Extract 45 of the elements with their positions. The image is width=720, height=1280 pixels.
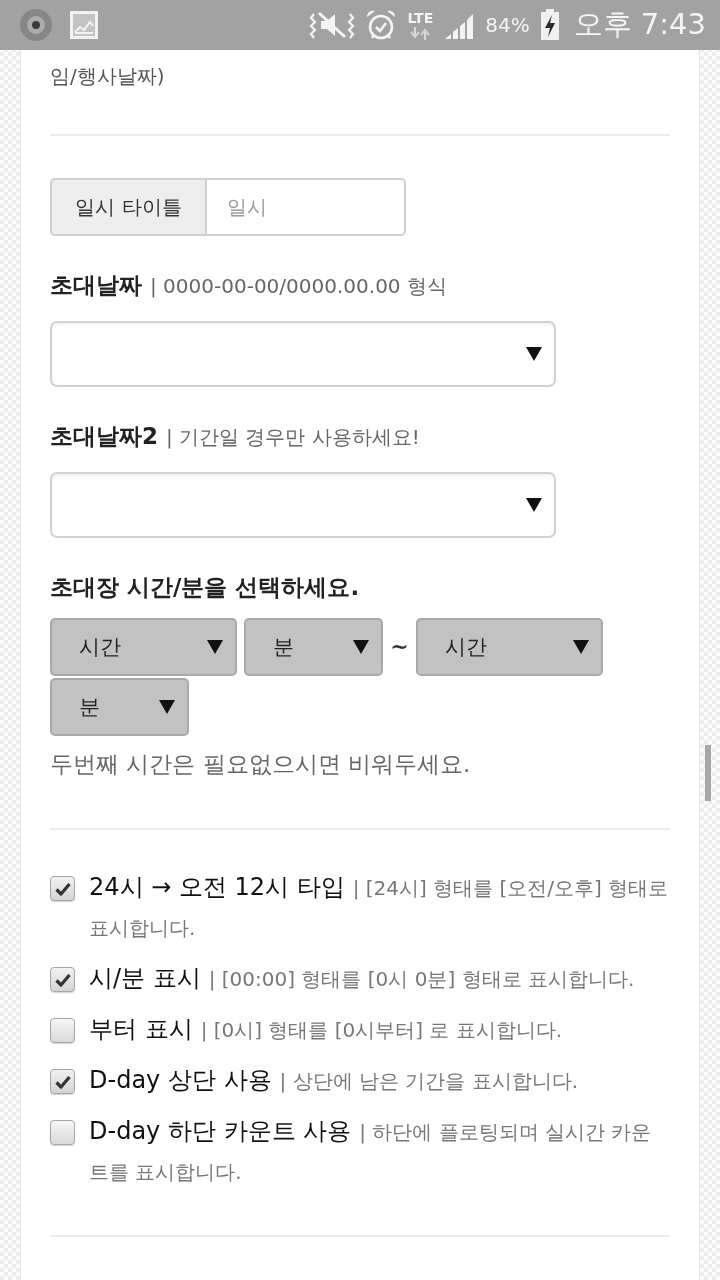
image-icon <box>70 11 98 39</box>
alarm-icon <box>365 9 398 41</box>
option-text: 24시 → 오전 12시 타입 | [24시] 형태를 [오전/오후] 형태로 표시합니다. <box>89 872 670 942</box>
option-text: 부터 표시 | [0시] 형태를 [0시부터] 로 표시합니다. <box>89 1014 564 1045</box>
minute-select[interactable]: 분 <box>244 618 383 676</box>
field-label: 초대날짜 <box>50 272 142 298</box>
caret-icon <box>573 640 589 654</box>
field-label: 초대날짜2 <box>50 423 158 449</box>
checkbox[interactable] <box>50 1069 75 1094</box>
section-title: 초대장 시간/분을 선택하세요. <box>50 573 361 602</box>
notice-text: 임/행사날짜) <box>50 64 165 88</box>
check-icon <box>54 1074 71 1089</box>
caret-icon <box>526 347 542 361</box>
input-field[interactable]: 일시 <box>207 178 406 236</box>
hour-select[interactable]: 시간 <box>416 618 603 676</box>
caret-icon <box>207 640 223 654</box>
date-select[interactable] <box>50 472 556 538</box>
checkbox[interactable] <box>50 1120 75 1145</box>
option-text: D-day 상단 사용 | 상단에 남은 기간을 표시합니다. <box>89 1065 580 1096</box>
minute-select[interactable]: 분 <box>50 678 189 736</box>
input-addon-label: 일시 타이틀 <box>50 178 207 236</box>
caret-icon <box>526 498 542 512</box>
date-select[interactable] <box>50 321 556 387</box>
battery-charging-icon <box>539 9 560 41</box>
data-arrows-icon <box>409 26 432 40</box>
field-hint: | 0000-00-00/0000.00.00 형식 <box>150 274 447 298</box>
caret-icon <box>159 700 175 714</box>
checkbox[interactable] <box>50 967 75 992</box>
record-icon <box>20 9 52 41</box>
check-icon <box>54 972 71 987</box>
field-hint: | 기간일 경우만 사용하세요! <box>166 425 420 449</box>
range-separator: ~ <box>390 633 409 661</box>
battery-percent: 84% <box>485 13 530 37</box>
checkbox[interactable] <box>50 876 75 901</box>
option-text: 시/분 표시 | [00:00] 형태를 [0시 0분] 형태로 표시합니다. <box>89 963 636 994</box>
hour-select[interactable]: 시간 <box>50 618 237 676</box>
clock-time: 오후 7:43 <box>573 6 706 43</box>
network-type-label: LTE <box>407 10 434 26</box>
vibrate-muted-icon <box>309 10 356 40</box>
help-text: 두번째 시간은 필요없으시면 비워두세요. <box>50 750 472 779</box>
checkbox[interactable] <box>50 1018 75 1043</box>
check-icon <box>54 881 71 896</box>
option-text: D-day 하단 카운트 사용 | 하단에 플로팅되며 실시간 카운트를 표시합니다. <box>89 1116 653 1186</box>
caret-icon <box>353 640 369 654</box>
scrollbar-thumb <box>705 745 711 801</box>
